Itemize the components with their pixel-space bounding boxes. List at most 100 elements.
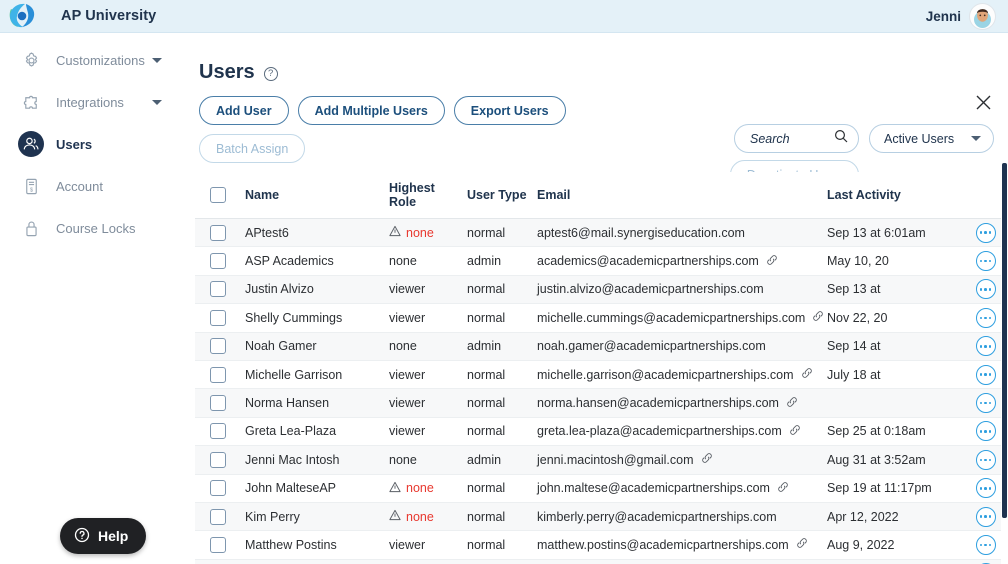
- role-label: viewer: [389, 424, 426, 439]
- table-row[interactable]: John MalteseAP none normal john.maltese@aca…: [195, 474, 1003, 503]
- row-actions-button[interactable]: [975, 222, 996, 243]
- cell-actions[interactable]: [968, 218, 1003, 248]
- link-icon[interactable]: [766, 254, 778, 269]
- link-icon[interactable]: [777, 481, 789, 496]
- column-header-last-activity[interactable]: Last Activity: [823, 172, 968, 219]
- cell-name: Michelle Garrison: [241, 360, 389, 390]
- row-select-cell: [195, 246, 241, 276]
- search-input[interactable]: [748, 130, 834, 147]
- role-label: viewer: [389, 310, 426, 325]
- chevron-down-icon[interactable]: [152, 57, 162, 63]
- cell-actions[interactable]: [968, 303, 1003, 333]
- column-header-user-type[interactable]: User Type: [465, 172, 533, 219]
- row-checkbox[interactable]: [210, 423, 226, 440]
- table-row[interactable]: Greta Lea-Plaza viewer normal greta.lea-pla…: [195, 417, 1003, 447]
- link-icon[interactable]: [701, 452, 713, 467]
- row-actions-button[interactable]: [975, 478, 996, 499]
- role-label: none: [406, 509, 434, 524]
- row-actions-button[interactable]: [975, 279, 996, 300]
- table-row[interactable]: Justin Alvizo viewer normal justin.alvizo@a…: [195, 275, 1003, 305]
- batch-assign-button[interactable]: Batch Assign: [199, 134, 306, 163]
- cell-actions[interactable]: [968, 474, 1003, 503]
- table-row[interactable]: Kim Perry none normal kimberly.perry@academ…: [195, 502, 1003, 532]
- column-header-email[interactable]: Email: [533, 172, 823, 219]
- cell-actions[interactable]: [968, 332, 1003, 361]
- sidebar-item-account[interactable]: $ Account: [0, 165, 190, 207]
- table-row[interactable]: Michelle Garrison viewer normal michelle.ga…: [195, 360, 1003, 390]
- user-status-filter[interactable]: Active Users: [869, 124, 994, 153]
- help-button[interactable]: Help: [60, 518, 147, 554]
- table-row[interactable]: ASP Academics none admin academics@academic…: [195, 246, 1003, 276]
- primary-action-buttons: Add User Add Multiple Users Export Users: [190, 84, 1008, 125]
- table-row[interactable]: Matthew Postins viewer normal matthew.posti…: [195, 530, 1003, 560]
- sidebar-item-integrations[interactable]: Integrations: [0, 81, 190, 123]
- row-checkbox[interactable]: [210, 536, 226, 553]
- row-checkbox[interactable]: [210, 253, 226, 270]
- cell-actions[interactable]: [968, 388, 1003, 418]
- table-row[interactable]: Sean Sadlermanagernormalkashif.asdi@acad…: [195, 559, 1003, 564]
- sidebar-item-users[interactable]: Users: [0, 123, 190, 165]
- row-checkbox[interactable]: [210, 366, 226, 383]
- chevron-down-icon[interactable]: [152, 99, 162, 105]
- row-actions-button[interactable]: [975, 251, 996, 272]
- link-icon[interactable]: [786, 396, 798, 411]
- chevron-down-icon[interactable]: [971, 136, 981, 141]
- row-actions-button[interactable]: [975, 364, 996, 385]
- sidebar-item-customizations[interactable]: Customizations: [0, 39, 190, 81]
- table-row[interactable]: APtest6 none normal aptest6@mail.synergised…: [195, 218, 1003, 248]
- cell-actions[interactable]: [968, 417, 1003, 447]
- link-icon[interactable]: [796, 537, 808, 552]
- cell-user-type: admin: [465, 332, 533, 361]
- select-all-header: [195, 172, 241, 219]
- cell-actions[interactable]: [968, 360, 1003, 390]
- table-row[interactable]: Shelly Cummings viewer normal michelle.cumm…: [195, 303, 1003, 333]
- row-actions-button[interactable]: [975, 534, 996, 555]
- company-logo-icon[interactable]: [5, 2, 39, 30]
- row-checkbox[interactable]: [210, 281, 226, 298]
- row-checkbox[interactable]: [210, 451, 226, 468]
- add-multiple-users-button[interactable]: Add Multiple Users: [297, 96, 445, 125]
- export-users-button[interactable]: Export Users: [453, 96, 566, 125]
- table-row[interactable]: Norma Hansen viewer normal norma.hansen@aca…: [195, 388, 1003, 418]
- warning-icon: [389, 225, 401, 240]
- row-checkbox[interactable]: [210, 395, 226, 412]
- add-user-button[interactable]: Add User: [199, 96, 289, 125]
- search-icon[interactable]: [834, 129, 848, 148]
- cell-actions[interactable]: [968, 275, 1003, 305]
- avatar[interactable]: [969, 2, 996, 30]
- cell-actions[interactable]: [968, 559, 1003, 564]
- select-all-checkbox[interactable]: [210, 187, 226, 203]
- cell-actions[interactable]: [968, 502, 1003, 532]
- close-icon[interactable]: [972, 91, 994, 113]
- filter-selected-label: Active Users: [884, 131, 955, 146]
- row-actions-button[interactable]: [975, 506, 996, 527]
- row-checkbox[interactable]: [210, 508, 226, 525]
- row-actions-button[interactable]: [975, 307, 996, 328]
- link-icon[interactable]: [812, 310, 824, 325]
- row-checkbox[interactable]: [210, 480, 226, 497]
- row-actions-button[interactable]: [975, 449, 996, 470]
- cell-last-activity: Oct 22, 2021: [823, 559, 968, 564]
- question-circle-icon[interactable]: ?: [263, 66, 278, 81]
- cell-actions[interactable]: [968, 530, 1003, 560]
- table-row[interactable]: Noah Gamer none admin noah.gamer@academicpa…: [195, 332, 1003, 361]
- cell-actions[interactable]: [968, 445, 1003, 475]
- link-icon[interactable]: [789, 424, 801, 439]
- row-checkbox[interactable]: [210, 338, 226, 355]
- search-box[interactable]: [734, 124, 859, 153]
- row-actions-button[interactable]: [975, 336, 996, 357]
- cell-actions[interactable]: [968, 246, 1003, 276]
- link-icon[interactable]: [801, 367, 813, 382]
- row-checkbox[interactable]: [210, 224, 226, 241]
- column-header-highest-role[interactable]: Highest Role: [389, 172, 465, 219]
- row-actions-button[interactable]: [975, 421, 996, 442]
- row-actions-button[interactable]: [975, 393, 996, 414]
- sidebar-item-course-locks[interactable]: Course Locks: [0, 207, 190, 249]
- column-header-name[interactable]: Name: [241, 172, 389, 219]
- row-select-cell: [195, 218, 241, 248]
- cell-last-activity: [823, 388, 968, 418]
- row-checkbox[interactable]: [210, 309, 226, 326]
- page-scrollbar-thumb[interactable]: [1002, 163, 1007, 518]
- topbar-user-area[interactable]: Jenni: [926, 2, 996, 30]
- table-row[interactable]: Jenni Mac Intosh none admin jenni.macintosh…: [195, 445, 1003, 475]
